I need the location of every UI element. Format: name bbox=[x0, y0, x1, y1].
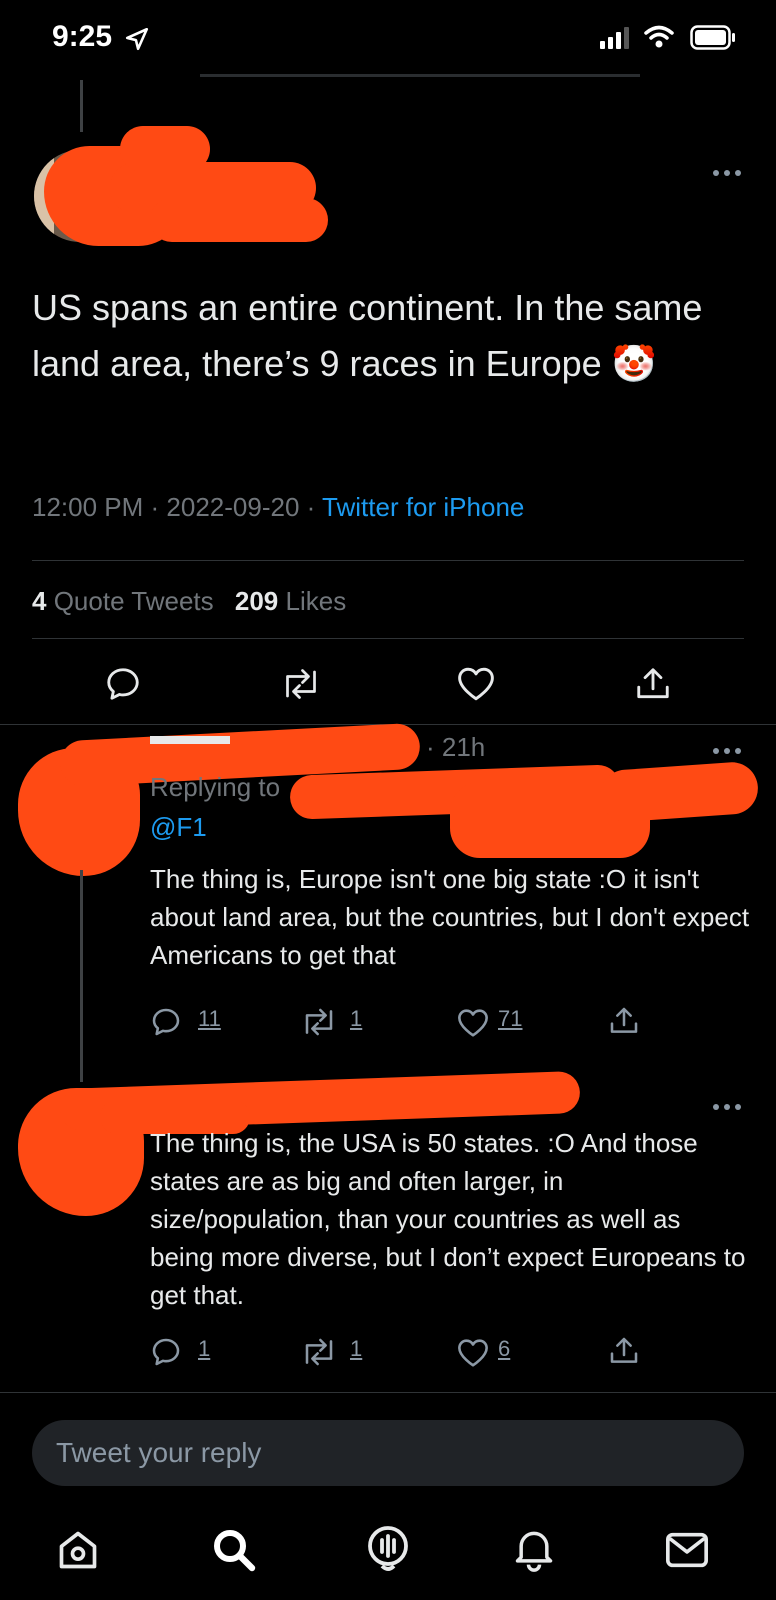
share-icon[interactable] bbox=[608, 1334, 640, 1368]
more-options-icon[interactable] bbox=[712, 746, 742, 756]
status-bar: 9:25 bbox=[0, 0, 776, 80]
heart-icon[interactable] bbox=[456, 1008, 490, 1038]
heart-icon[interactable] bbox=[456, 666, 496, 702]
reply-actions: 11 1 71 bbox=[0, 1002, 776, 1042]
messages-icon[interactable] bbox=[664, 1530, 710, 1570]
like-count[interactable]: 6 bbox=[498, 1336, 510, 1362]
main-tweet: US spans an entire continent. In the sam… bbox=[0, 120, 776, 720]
share-icon[interactable] bbox=[634, 664, 672, 704]
location-arrow-icon bbox=[124, 26, 150, 52]
tweet-text: US spans an entire continent. In the sam… bbox=[32, 280, 732, 393]
like-count: 209 bbox=[234, 586, 279, 616]
more-options-icon[interactable] bbox=[712, 1102, 742, 1112]
redaction-mark bbox=[598, 760, 760, 824]
quote-count: 4 bbox=[32, 586, 47, 616]
notifications-icon[interactable] bbox=[512, 1526, 556, 1572]
username-stub bbox=[150, 736, 230, 744]
retweet-icon[interactable] bbox=[300, 1006, 338, 1038]
reply-icon[interactable] bbox=[104, 665, 142, 703]
reply-count[interactable]: 11 bbox=[198, 1006, 221, 1032]
reply-text: The thing is, the USA is 50 states. :O A… bbox=[150, 1128, 746, 1310]
retweet-count[interactable]: 1 bbox=[350, 1006, 362, 1032]
tweet-stats: 4 Quote Tweets 209 Likes bbox=[32, 584, 346, 618]
mention-link[interactable]: @F1 bbox=[150, 812, 207, 843]
quote-label: Quote Tweets bbox=[53, 586, 214, 616]
redaction-mark bbox=[120, 126, 210, 172]
thread-line bbox=[80, 870, 83, 1082]
cutoff-line bbox=[200, 74, 640, 77]
divider bbox=[32, 638, 744, 639]
retweet-count[interactable]: 1 bbox=[350, 1336, 362, 1362]
like-label: Likes bbox=[285, 586, 347, 616]
replying-to-label: Replying to bbox=[150, 772, 281, 802]
reply-composer[interactable]: Tweet your reply bbox=[32, 1420, 744, 1486]
tweet-date: 2022-09-20 bbox=[166, 492, 300, 522]
reply-icon[interactable] bbox=[150, 1336, 182, 1368]
battery-icon bbox=[690, 25, 736, 51]
share-icon[interactable] bbox=[608, 1004, 640, 1038]
like-count[interactable]: 71 bbox=[498, 1006, 522, 1032]
status-time: 9:25 bbox=[52, 20, 113, 53]
reply-icon[interactable] bbox=[150, 1006, 182, 1038]
quote-tweets-stat[interactable]: 4 Quote Tweets bbox=[32, 586, 214, 616]
signal-icon bbox=[600, 26, 632, 50]
spaces-icon[interactable] bbox=[364, 1524, 412, 1574]
more-options-icon[interactable] bbox=[712, 168, 742, 178]
bottom-nav bbox=[0, 1510, 776, 1600]
tweet-source[interactable]: Twitter for iPhone bbox=[322, 492, 524, 522]
reply-count[interactable]: 1 bbox=[198, 1336, 210, 1362]
home-icon[interactable] bbox=[56, 1528, 100, 1572]
tweet-time: 12:00 PM bbox=[32, 492, 144, 522]
reply-meta: · 21h bbox=[426, 732, 486, 762]
tweet-timestamp: 12:00 PM · 2022-09-20 · Twitter for iPho… bbox=[32, 492, 525, 522]
divider bbox=[32, 560, 744, 561]
wifi-icon bbox=[644, 24, 674, 50]
divider bbox=[0, 1392, 776, 1393]
retweet-icon[interactable] bbox=[300, 1336, 338, 1368]
likes-stat[interactable]: 209 Likes bbox=[235, 586, 346, 616]
reply-actions: 1 1 6 bbox=[0, 1332, 776, 1372]
composer-placeholder: Tweet your reply bbox=[56, 1437, 262, 1468]
tweet-body: US spans an entire continent. In the sam… bbox=[32, 287, 703, 384]
retweet-icon[interactable] bbox=[280, 665, 322, 703]
reply-text: The thing is, Europe isn't one big state… bbox=[150, 864, 750, 970]
heart-icon[interactable] bbox=[456, 1338, 490, 1368]
search-icon[interactable] bbox=[210, 1526, 258, 1574]
clown-emoji: 🤡 bbox=[611, 344, 657, 385]
redaction-mark bbox=[150, 198, 328, 242]
